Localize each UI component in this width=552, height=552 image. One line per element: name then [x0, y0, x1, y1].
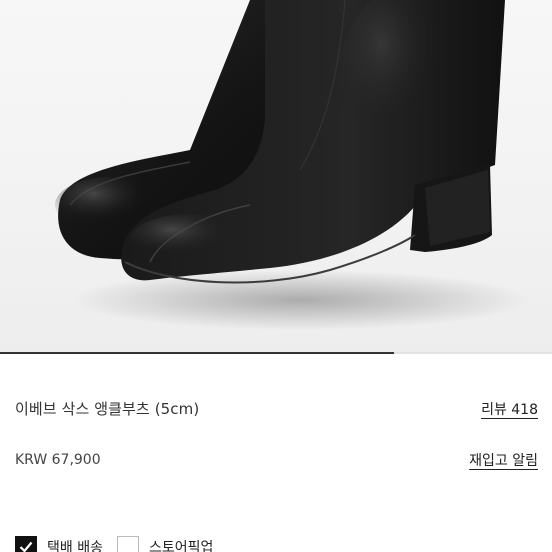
product-title-row: 이베브 삭스 앵클부츠 (5cm) 리뷰 418	[15, 398, 538, 419]
product-detail-page: 이베브 삭스 앵클부츠 (5cm) 리뷰 418 KRW 67,900 재입고 …	[0, 0, 552, 552]
product-price: KRW 67,900	[15, 452, 101, 468]
parcel-label: 택배 배송	[47, 540, 103, 552]
review-link[interactable]: 리뷰 418	[481, 399, 538, 419]
image-carousel-progress[interactable]	[0, 352, 552, 354]
ankle-boots-photo	[55, 0, 530, 330]
product-price-row: KRW 67,900 재입고 알림	[15, 450, 538, 470]
product-name: 이베브 삭스 앵클부츠 (5cm)	[15, 400, 200, 418]
product-image[interactable]	[0, 0, 552, 352]
delivery-options: 택배 배송 스토어픽업	[15, 536, 213, 552]
image-carousel-progress-fill	[0, 352, 395, 354]
restock-alert-link[interactable]: 재입고 알림	[469, 450, 538, 470]
delivery-option-parcel[interactable]: 택배 배송	[15, 536, 103, 552]
delivery-option-store-pickup[interactable]: 스토어픽업	[116, 536, 214, 552]
store-pickup-checkbox[interactable]	[116, 536, 139, 552]
store-pickup-label: 스토어픽업	[148, 540, 214, 552]
checkmark-icon	[19, 541, 33, 552]
parcel-checkbox[interactable]	[15, 536, 37, 552]
